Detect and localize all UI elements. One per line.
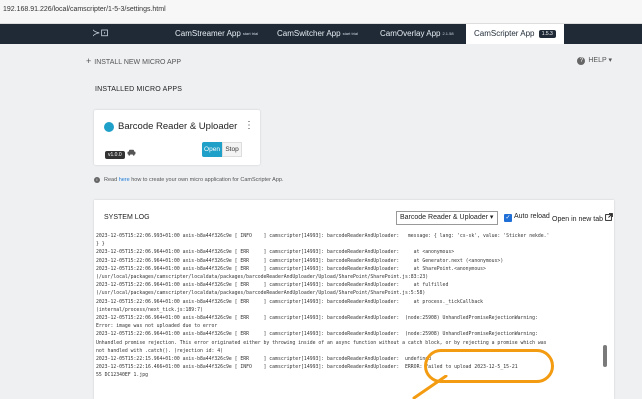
log-line: (internal/process/next_tick.js:189:7) — [96, 307, 203, 313]
tab-camoverlay[interactable]: CamOverlay App 2.1.58 — [380, 24, 454, 44]
version-badge: v1.0.0 — [105, 151, 125, 159]
tab-camswitcher[interactable]: CamSwitcher App start trial — [277, 24, 358, 44]
tab-camstreamer[interactable]: CamStreamer App start trial — [175, 24, 258, 44]
install-label: INSTALL NEW MICRO APP — [94, 59, 182, 66]
info-prefix: Read — [104, 177, 119, 183]
open-button[interactable]: Open — [202, 142, 222, 157]
car-icon — [127, 149, 136, 158]
address-bar[interactable]: 192.168.91.226/local/camscripter/1-5-3/s… — [0, 0, 642, 24]
log-line: Error: image was not uploaded due to err… — [96, 324, 218, 330]
toolbar: + INSTALL NEW MICRO APP ? HELP ▾ — [82, 50, 618, 72]
plus-icon: + — [86, 56, 92, 66]
tab-camscripter[interactable]: CamScripter App 1.5.3 — [466, 24, 564, 44]
external-link-icon — [605, 213, 613, 223]
log-line: 2023-12-05T15:22:06.964+01:00 axis-b8a44… — [96, 332, 538, 338]
micro-app-card: Barcode Reader & Uploader ⋮ v1.0.0 Open … — [94, 110, 260, 165]
info-suffix: how to create your own micro application… — [129, 177, 284, 183]
log-line: (/usr/local/packages/camscripter/localda… — [96, 275, 429, 281]
open-in-new-tab-link[interactable]: Open in new tab — [552, 213, 613, 223]
checkbox-checked-icon[interactable]: ✓ — [504, 214, 512, 222]
log-line: 2023-12-05T15:22:06.964+01:00 axis-b8a44… — [96, 258, 504, 264]
camscripter-logo-icon[interactable]: ≻⊡ — [92, 28, 109, 39]
info-icon: i — [94, 177, 100, 183]
log-source-select[interactable]: Barcode Reader & Uploader ▾ — [396, 211, 498, 225]
install-micro-app-button[interactable]: + INSTALL NEW MICRO APP — [86, 56, 181, 66]
docs-link[interactable]: here — [119, 177, 130, 183]
auto-reload-label: Auto reload — [514, 213, 550, 220]
log-line: 2023-12-05T15:22:06.964+01:00 axis-b8a44… — [96, 316, 538, 322]
tab-badge: start trial — [242, 31, 259, 36]
log-line: Unhandled promise rejection. This error … — [96, 340, 547, 346]
help-menu-button[interactable]: ? HELP ▾ — [577, 56, 612, 65]
micro-app-name: Barcode Reader & Uploader — [118, 121, 238, 132]
open-in-new-tab-label: Open in new tab — [552, 216, 603, 223]
tab-label: CamSwitcher App — [277, 29, 341, 39]
installed-micro-apps-title: INSTALLED MICRO APPS — [95, 86, 183, 93]
tab-badge: 2.1.58 — [442, 31, 454, 36]
system-log-title: SYSTEM LOG — [104, 214, 150, 221]
more-menu-icon[interactable]: ⋮ — [244, 120, 254, 131]
log-line: 2023-12-05T15:22:06.993+01:00 axis-b8a44… — [96, 234, 550, 239]
log-line: 2023-12-05T15:22:06.964+01:00 axis-b8a44… — [96, 250, 455, 256]
log-line: 2023-12-05T15:22:06.964+01:00 axis-b8a44… — [96, 266, 486, 272]
help-icon: ? — [577, 57, 586, 65]
stop-button[interactable]: Stop — [222, 142, 242, 157]
tab-label: CamStreamer App — [175, 29, 241, 39]
info-line: i Read here how to create your own micro … — [94, 177, 283, 183]
log-scrollbar[interactable] — [603, 345, 607, 367]
tab-badge: 1.5.3 — [538, 30, 556, 38]
log-line: (/usr/local/packages/camscripter/localda… — [96, 291, 426, 297]
log-line: 2023-12-05T15:22:06.964+01:00 axis-b8a44… — [96, 283, 449, 289]
tab-label: CamOverlay App — [380, 29, 441, 39]
log-line: } } — [96, 242, 105, 248]
system-log-header: SYSTEM LOG Barcode Reader & Uploader ▾ ✓… — [94, 200, 614, 233]
help-label: HELP ▾ — [588, 57, 612, 64]
tab-badge: start trial — [342, 31, 358, 36]
log-line: 2023-12-05T15:22:06.964+01:00 axis-b8a44… — [96, 299, 483, 305]
status-dot-icon — [104, 122, 114, 132]
auto-reload-toggle[interactable]: ✓ Auto reload — [504, 213, 550, 222]
top-navigation: ≻⊡ CamStreamer App start trial CamSwitche… — [0, 24, 642, 44]
tab-label: CamScripter App — [474, 29, 535, 39]
